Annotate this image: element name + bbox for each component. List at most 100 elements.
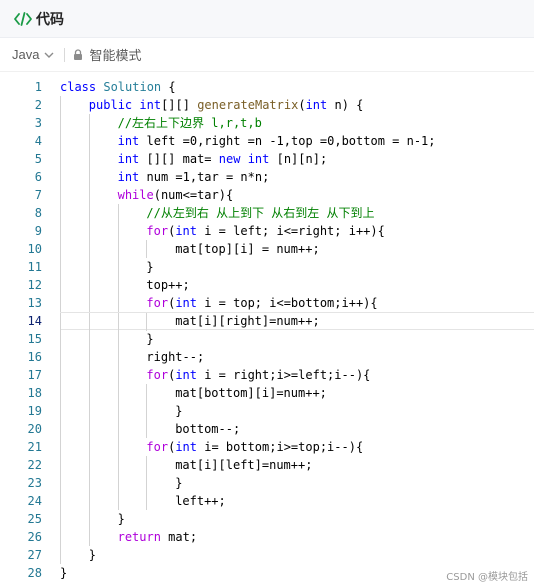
code-tokens: left++; xyxy=(175,492,226,510)
code-tokens: return mat; xyxy=(118,528,197,546)
code-token: n) { xyxy=(327,98,364,112)
code-line[interactable]: 11} xyxy=(0,258,534,276)
indent-guide xyxy=(60,546,61,564)
code-text: for(int i= bottom;i>=top;i--){ xyxy=(60,438,534,456)
watermark: CSDN @模块包括 xyxy=(446,572,528,583)
code-line[interactable]: 18 mat[bottom][i]=num++; xyxy=(0,384,534,402)
code-token: [][] xyxy=(161,98,198,112)
code-text: top++; xyxy=(60,276,534,294)
code-line[interactable]: 23} xyxy=(0,474,534,492)
indent-guide xyxy=(88,132,90,150)
code-line[interactable]: 4 int left =0,right =n -1,top =0,bottom =… xyxy=(0,132,534,150)
code-line[interactable]: 10 mat[top][i] = num++; xyxy=(0,240,534,258)
code-token: top++; xyxy=(146,278,190,292)
code-token: left++; xyxy=(175,494,226,508)
line-number: 25 xyxy=(27,512,42,526)
code-tokens: } xyxy=(175,402,182,420)
code-text: for(int i = right;i>=left;i--){ xyxy=(60,366,534,384)
code-line[interactable]: 26 return mat; xyxy=(0,528,534,546)
code-line[interactable]: 17 for(int i = right;i>=left;i--){ xyxy=(0,366,534,384)
code-line[interactable]: 16 right--; xyxy=(0,348,534,366)
code-token: int xyxy=(175,296,197,310)
indent-guide xyxy=(117,438,119,456)
indent-guide xyxy=(60,313,61,331)
code-line[interactable]: 20 bottom--; xyxy=(0,420,534,438)
code-line[interactable]: 13 for(int i = top; i<=bottom;i++){ xyxy=(0,294,534,312)
code-line[interactable]: 22 mat[i][left]=num++; xyxy=(0,456,534,474)
code-text: right--; xyxy=(60,348,534,366)
code-line[interactable]: 6 int num =1,tar = n*n; xyxy=(0,168,534,186)
code-line[interactable]: 21 for(int i= bottom;i>=top;i--){ xyxy=(0,438,534,456)
indent-guide xyxy=(117,258,119,276)
code-tokens: class Solution { xyxy=(60,78,176,96)
indent-guide xyxy=(117,384,119,402)
code-token: mat[i][right]=num++; xyxy=(175,314,320,328)
code-token: (num<=tar){ xyxy=(153,188,234,202)
indent-guide xyxy=(146,474,148,492)
code-line[interactable]: 3 //左右上下边界 l,r,t,b xyxy=(0,114,534,132)
code-line[interactable]: 27} xyxy=(0,546,534,564)
indent-guide xyxy=(88,474,90,492)
code-token: int xyxy=(175,368,197,382)
code-text: } xyxy=(60,546,534,564)
code-line[interactable]: 8 //从左到右 从上到下 从右到左 从下到上 xyxy=(0,204,534,222)
line-number: 27 xyxy=(27,548,42,562)
code-token: return xyxy=(117,530,161,544)
code-token: left =0,right =n -1,top =0,bottom = n-1; xyxy=(139,134,436,148)
indent-guide xyxy=(60,276,61,294)
code-line[interactable]: 25} xyxy=(0,510,534,528)
code-text: int [][] mat= new int [n][n]; xyxy=(60,150,534,168)
indent-guide xyxy=(146,420,148,438)
code-comment: //左右上下边界 l,r,t,b xyxy=(117,116,262,130)
code-line[interactable]: 2 public int[][] generateMatrix(int n) { xyxy=(0,96,534,114)
code-token: generateMatrix xyxy=(197,98,299,112)
code-line[interactable]: 12 top++; xyxy=(0,276,534,294)
code-tokens: for(int i = top; i<=bottom;i++){ xyxy=(146,294,377,312)
code-tokens: } xyxy=(118,510,125,528)
indent-guide xyxy=(117,222,119,240)
code-tokens: int [][] mat= new int [n][n]; xyxy=(118,150,328,168)
code-token: i = top; i<=bottom;i++){ xyxy=(197,296,378,310)
code-token: int xyxy=(117,134,140,148)
code-token: } xyxy=(88,548,97,562)
code-line[interactable]: 24 left++; xyxy=(0,492,534,510)
line-number: 20 xyxy=(27,422,42,436)
code-token: new xyxy=(218,152,241,166)
code-token: } xyxy=(60,566,68,580)
code-tokens: } xyxy=(175,474,182,492)
indent-guide xyxy=(60,258,61,276)
code-token: ( xyxy=(298,98,306,112)
code-text: mat[i][left]=num++; xyxy=(60,456,534,474)
indent-guide xyxy=(60,474,61,492)
code-line[interactable]: 19} xyxy=(0,402,534,420)
indent-guide xyxy=(60,132,61,150)
indent-guide xyxy=(88,348,90,366)
code-token: int xyxy=(175,440,197,454)
smart-mode-toggle[interactable]: 智能模式 xyxy=(73,45,141,64)
language-select[interactable]: Java xyxy=(12,47,54,62)
code-editor[interactable]: 1 class Solution {2 public int[][] generat… xyxy=(0,78,534,587)
code-line[interactable]: 7 while(num<=tar){ xyxy=(0,186,534,204)
code-line[interactable]: 9 for(int i = left; i<=right; i++){ xyxy=(0,222,534,240)
code-token: public xyxy=(88,98,140,112)
code-text: //左右上下边界 l,r,t,b xyxy=(60,114,534,132)
code-text: } xyxy=(60,510,534,528)
line-number: 7 xyxy=(34,188,42,202)
indent-guide xyxy=(60,222,61,240)
code-token: int xyxy=(117,170,140,184)
indent-guide xyxy=(117,294,119,312)
code-line[interactable]: 1 class Solution { xyxy=(0,78,534,96)
code-tokens: mat[i][right]=num++; xyxy=(175,313,320,329)
code-line[interactable]: 15} xyxy=(0,330,534,348)
indent-guide xyxy=(146,384,148,402)
code-text: for(int i = top; i<=bottom;i++){ xyxy=(60,294,534,312)
code-token: right--; xyxy=(146,350,205,364)
code-text: mat[i][right]=num++; xyxy=(60,312,534,331)
code-line[interactable]: 5 int [][] mat= new int [n][n]; xyxy=(0,150,534,168)
line-number: 12 xyxy=(27,278,42,292)
code-line[interactable]: 14 mat[i][right]=num++; xyxy=(0,312,534,331)
indent-guide xyxy=(88,492,90,510)
indent-guide xyxy=(88,366,90,384)
code-token: [][] mat= xyxy=(139,152,219,166)
